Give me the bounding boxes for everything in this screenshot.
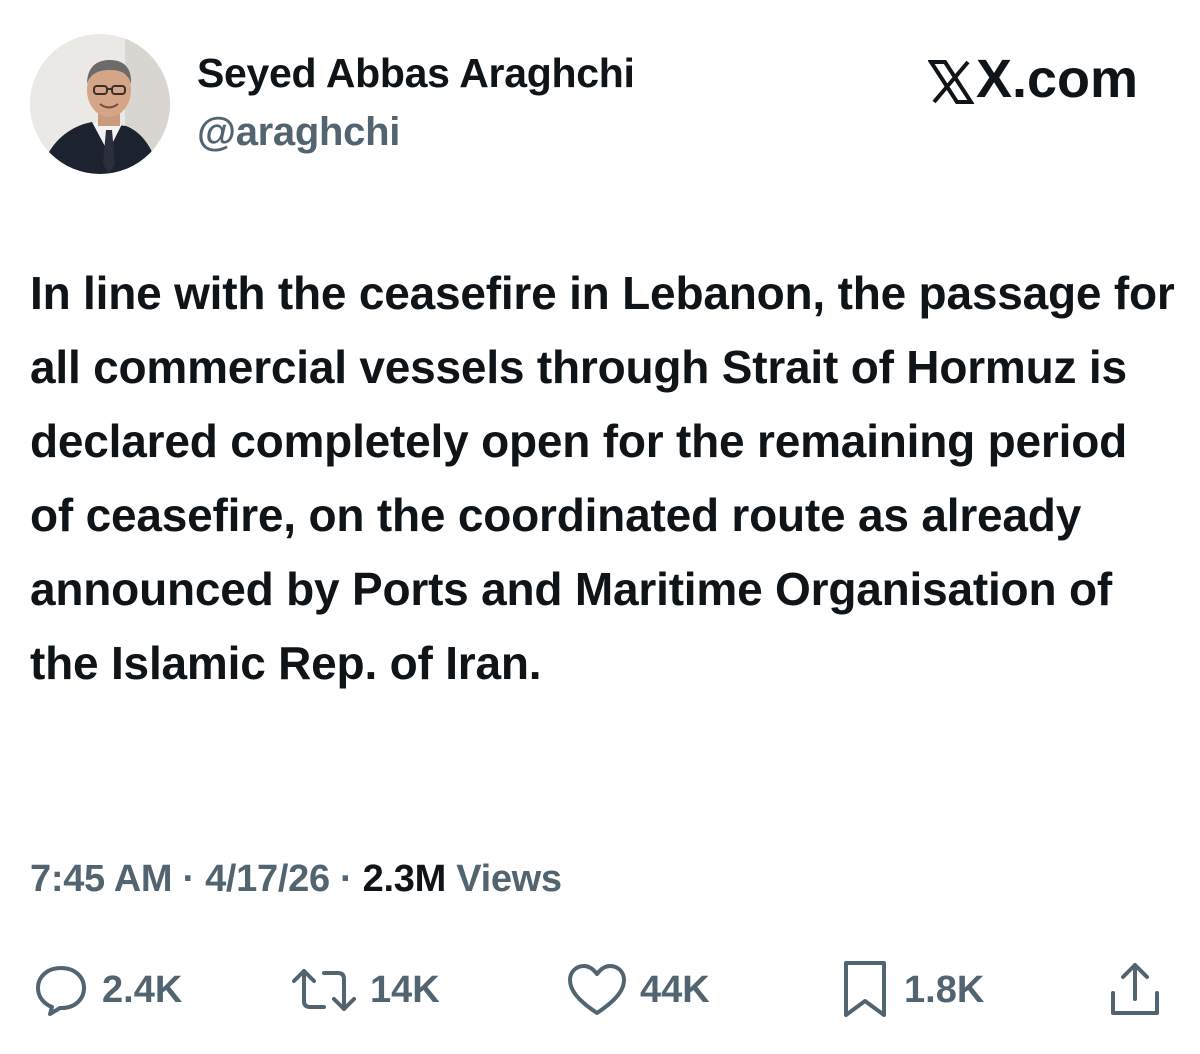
author-handle[interactable]: @araghchi (197, 110, 400, 155)
views-count: 2.3M (362, 858, 447, 900)
reply-button[interactable]: 2.4K (32, 955, 182, 1025)
tweet-time[interactable]: 7:45 AM (30, 858, 173, 900)
previous-content-edge (290, 0, 550, 4)
action-bar: 2.4K 14K 44K 1.8K (0, 955, 1200, 1025)
heart-icon (568, 964, 626, 1015)
bookmark-count: 1.8K (904, 968, 985, 1011)
tweet-text: In line with the ceasefire in Lebanon, t… (30, 267, 1175, 689)
x-logo-icon (927, 56, 975, 104)
like-count: 44K (640, 968, 710, 1011)
brand-label: X.com (975, 49, 1138, 109)
like-button[interactable]: 44K (566, 955, 710, 1025)
reply-count: 2.4K (102, 968, 183, 1011)
tweet-date[interactable]: 4/17/26 (205, 858, 330, 900)
meta-separator: · (340, 858, 353, 900)
repost-count: 14K (370, 968, 440, 1011)
tweet-metadata: 7:45 AM · 4/17/26 · 2.3M Views (30, 858, 562, 901)
avatar-photo (30, 34, 170, 174)
reply-icon (36, 966, 86, 1016)
views-label: Views (456, 858, 562, 900)
repost-icon (292, 969, 356, 1011)
meta-separator: · (182, 858, 195, 900)
author-name[interactable]: Seyed Abbas Araghchi (197, 50, 635, 97)
share-button[interactable] (1105, 955, 1165, 1025)
bookmark-icon (844, 961, 886, 1017)
repost-button[interactable]: 14K (290, 955, 440, 1025)
bookmark-button[interactable]: 1.8K (838, 955, 984, 1025)
share-icon (1111, 963, 1159, 1015)
avatar[interactable] (30, 34, 170, 174)
brand-watermark: X.com (927, 48, 1138, 110)
